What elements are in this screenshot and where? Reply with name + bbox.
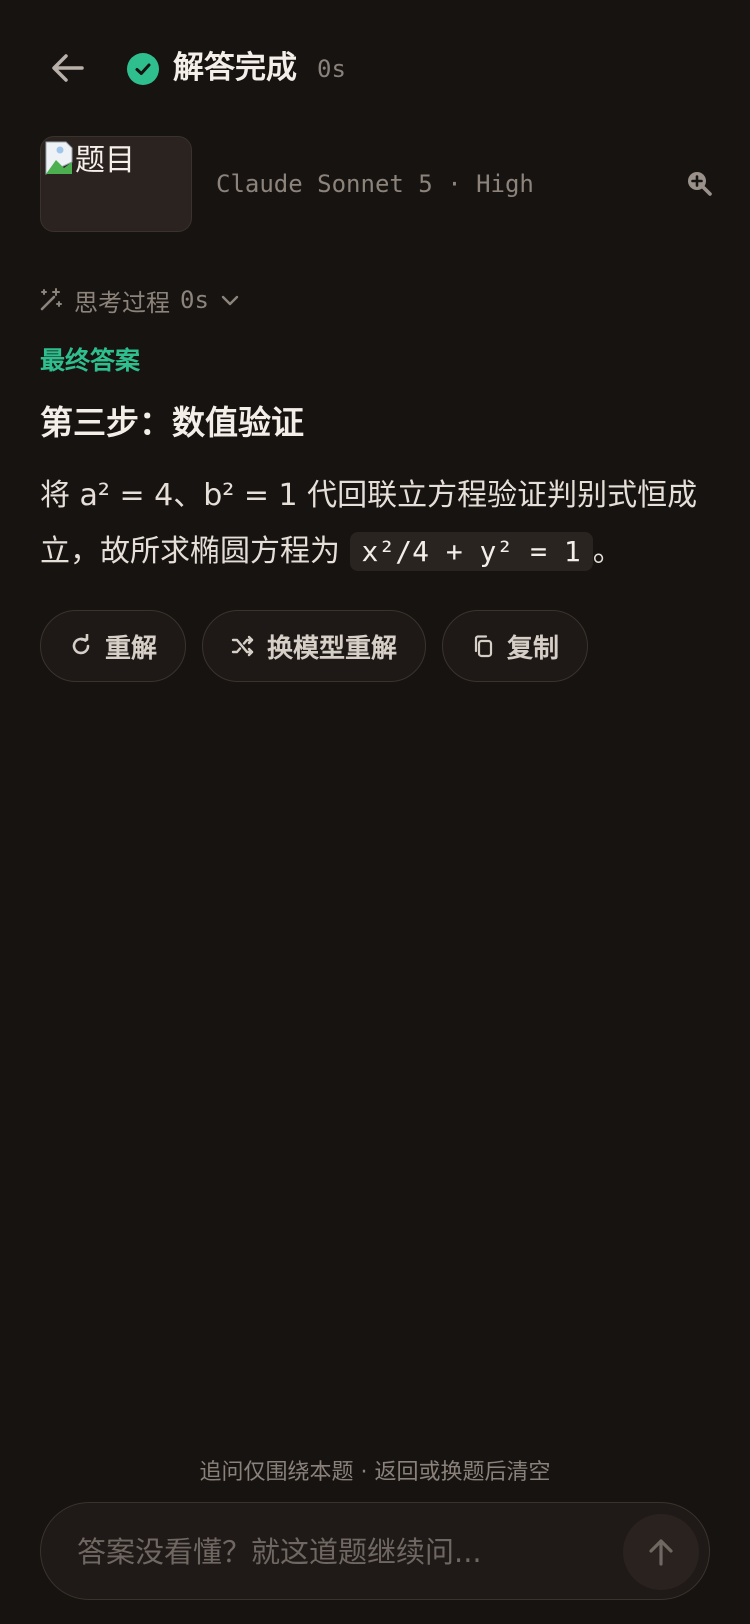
refresh-icon: [72, 634, 90, 655]
arrow-up-icon: [649, 1539, 673, 1566]
thinking-label: 思考过程: [74, 288, 170, 317]
answer-actions: 重解 换模型重解 复制: [40, 610, 589, 682]
copy-button-label: 复制: [507, 633, 560, 664]
answer-text: 将 a² = 4、b² = 1 代回联立方程验证判别式恒成立，故所求椭圆方程为 …: [40, 468, 720, 580]
question-thumbnail[interactable]: 题目: [40, 136, 192, 232]
chevron-down-icon: [221, 295, 239, 306]
magic-wand-icon: [40, 288, 62, 311]
broken-image-icon: [45, 141, 73, 175]
step-title: 第三步：数值验证: [40, 403, 304, 442]
status-time: 0s: [317, 55, 346, 83]
copy-icon: [474, 635, 493, 658]
model-label: Claude Sonnet 5 · High: [216, 170, 534, 198]
switch-model-button-label: 换模型重解: [267, 633, 398, 664]
zoom-button[interactable]: [682, 166, 716, 200]
zoom-in-icon: [688, 172, 712, 196]
follow-up-input-box: [40, 1502, 710, 1600]
switch-model-button[interactable]: 换模型重解: [202, 610, 427, 682]
answer-page: 解答完成 0s 题目 Claude Sonnet 5 · High 思考过程 0…: [0, 0, 750, 1624]
retry-button-label: 重解: [105, 633, 158, 664]
retry-button[interactable]: 重解: [40, 610, 187, 682]
arrow-left-icon: [52, 54, 84, 82]
follow-up-hint: 追问仅围绕本题 · 返回或换题后清空: [199, 1460, 551, 1485]
header: 解答完成 0s: [0, 0, 750, 140]
follow-up-input[interactable]: [77, 1527, 617, 1577]
send-button[interactable]: [623, 1514, 699, 1590]
answer-equation-code: x²/4 + y² = 1: [349, 532, 593, 571]
final-answer-label: 最终答案: [40, 346, 141, 375]
thinking-toggle[interactable]: 思考过程 0s: [38, 282, 241, 318]
copy-button[interactable]: 复制: [442, 610, 589, 682]
check-circle-icon: [127, 53, 159, 85]
status-title: 解答完成: [173, 50, 297, 86]
back-button[interactable]: [44, 44, 92, 92]
thumbnail-alt-text: 题目: [75, 143, 135, 178]
thinking-time: 0s: [180, 286, 209, 314]
answer-text-after: 。: [592, 534, 623, 569]
shuffle-icon: [231, 635, 254, 657]
